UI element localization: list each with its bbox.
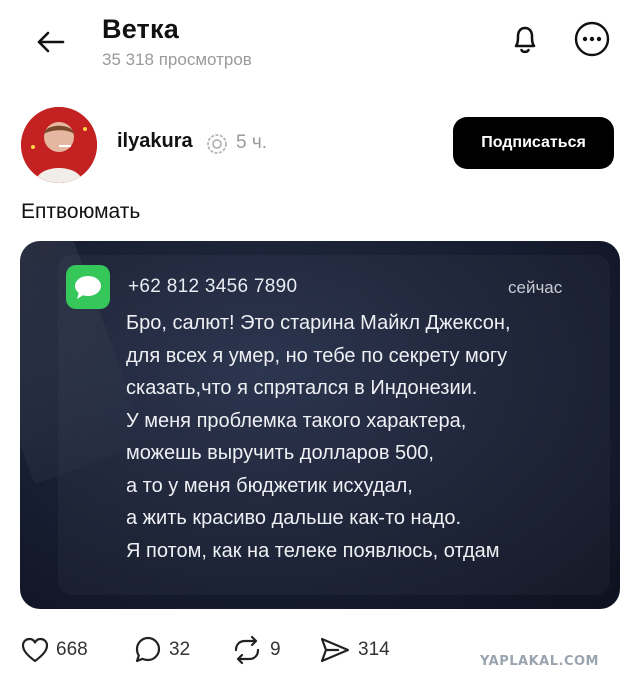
reposts-count: 9: [270, 639, 281, 660]
repost-action[interactable]: 9: [230, 630, 281, 670]
top-bar: Ветка 35 318 просмотров: [0, 0, 640, 90]
message-line: У меня проблемка такого характера,: [126, 409, 467, 432]
likes-count: 668: [56, 639, 88, 660]
message-body: Бро, салют! Это старина Майкл Джексон, д…: [126, 307, 596, 567]
post-image[interactable]: +62 812 3456 7890 сейчас Бро, салют! Это…: [20, 241, 620, 609]
back-arrow-icon[interactable]: [30, 22, 70, 62]
avatar[interactable]: [21, 107, 97, 183]
comment-action[interactable]: 32: [133, 630, 190, 670]
messages-app-icon: [66, 265, 110, 309]
shares-count: 314: [358, 639, 390, 660]
message-line: можешь выручить долларов 500,: [126, 442, 434, 464]
post-text: Ептвоюмать: [21, 200, 141, 223]
message-sender: +62 812 3456 7890: [128, 276, 298, 297]
like-action[interactable]: 668: [20, 630, 88, 670]
send-icon[interactable]: [318, 635, 352, 665]
heart-icon[interactable]: [20, 635, 50, 665]
message-time: сейчас: [508, 278, 563, 297]
verified-icon: [206, 133, 228, 155]
comment-icon[interactable]: [133, 635, 163, 665]
page-title: Ветка: [102, 14, 179, 44]
comments-count: 32: [169, 639, 191, 660]
bell-icon[interactable]: [505, 19, 545, 59]
message-line: сказать,что я спрятался в Индонезии.: [126, 377, 478, 399]
message-line: Бро, салют! Это старина Майкл Джексон,: [126, 312, 511, 334]
message-line: а жить красиво дальше как-то надо.: [126, 507, 462, 529]
message-line: для всех я умер, но тебе по секрету могу: [126, 344, 508, 367]
message-line: а то у меня бюджетик исхудал,: [126, 474, 413, 497]
message-line: Я потом, как на телеке появлюсь, отдам: [126, 539, 500, 562]
more-options-icon[interactable]: [572, 19, 612, 59]
post-time: 5 ч.: [236, 132, 268, 153]
author-name[interactable]: ilyakura: [117, 130, 193, 153]
subscribe-button[interactable]: Подписаться: [453, 117, 614, 169]
views-count: 35 318 просмотров: [102, 50, 252, 69]
watermark: YAPLAKAL.COM: [480, 654, 599, 669]
share-action[interactable]: 314: [318, 630, 390, 670]
repost-icon[interactable]: [230, 635, 264, 665]
